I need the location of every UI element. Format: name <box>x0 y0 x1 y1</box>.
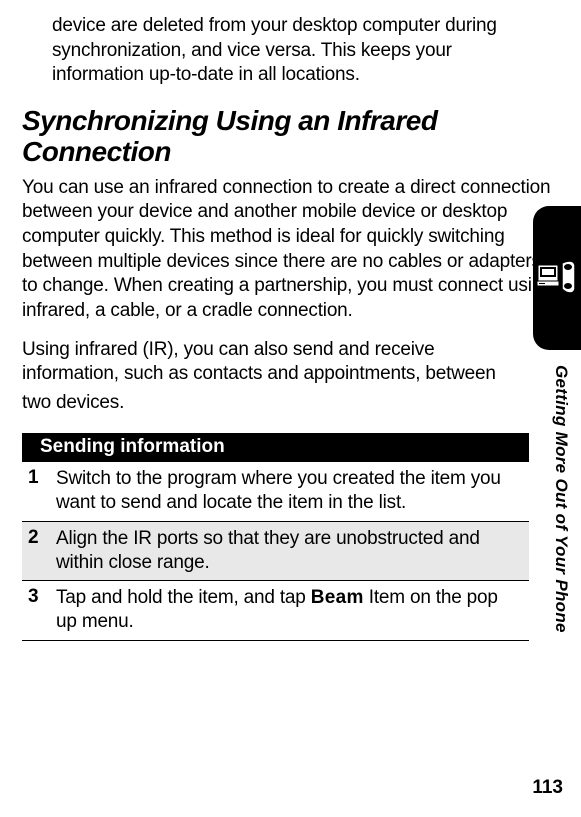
section-heading: Synchronizing Using an Infrared Connecti… <box>22 106 503 168</box>
intro-paragraph: device are deleted from your desktop com… <box>52 14 503 88</box>
instruction-header: Sending information <box>22 433 529 462</box>
step-text: Tap and hold the item, and tap Beam Item… <box>56 586 523 634</box>
step-text: Align the IR ports so that they are unob… <box>56 527 523 575</box>
page-number: 113 <box>532 777 563 799</box>
instruction-row: 2 Align the IR ports so that they are un… <box>22 522 529 582</box>
paragraph-2: Using infrared (IR), you can also send a… <box>22 338 517 420</box>
computer-phone-icon <box>537 259 577 297</box>
paragraph-1: You can use an infrared connection to cr… <box>22 176 555 324</box>
step-number: 3 <box>28 586 56 634</box>
instruction-row: 1 Switch to the program where you create… <box>22 462 529 522</box>
instruction-row: 3 Tap and hold the item, and tap Beam It… <box>22 581 529 641</box>
instruction-table: Sending information 1 Switch to the prog… <box>22 433 529 641</box>
section-label: Getting More Out of Your Phone <box>551 365 571 633</box>
thumb-tab <box>533 206 581 350</box>
step-number: 1 <box>28 467 56 515</box>
step-text: Switch to the program where you created … <box>56 467 523 515</box>
step-number: 2 <box>28 527 56 575</box>
